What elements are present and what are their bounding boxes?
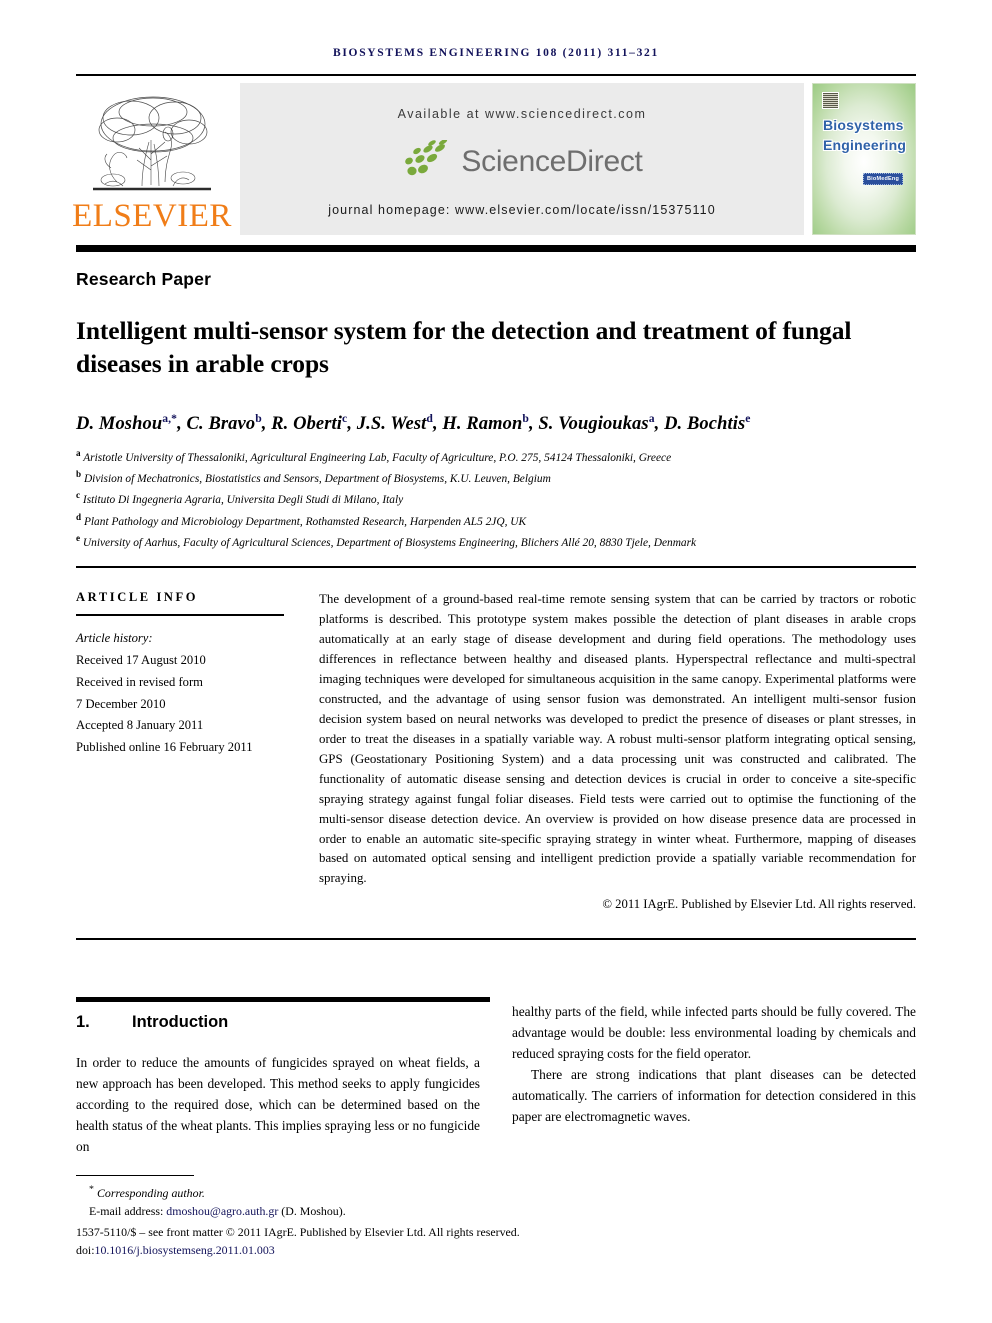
affiliation-marker: b — [76, 469, 82, 480]
affiliation-text: University of Aarhus, Faculty of Agricul… — [82, 536, 697, 549]
history-received: Received 17 August 2010 — [76, 653, 206, 668]
journal-cover-thumbnail: Biosystems Engineering BioMedEng — [812, 83, 916, 235]
sciencedirect-logo: ScienceDirect — [401, 138, 643, 185]
article-type-label: Research Paper — [76, 269, 212, 289]
affiliation-item: a Aristotle University of Thessaloniki, … — [76, 446, 916, 467]
affiliation-text: Istituto Di Ingegneria Agraria, Universi… — [82, 494, 404, 507]
sciencedirect-wordmark: ScienceDirect — [461, 145, 643, 178]
title-block-divider — [76, 566, 916, 569]
body-column-right: healthy parts of the field, while infect… — [512, 1002, 916, 1158]
available-at-text: Available at www.sciencedirect.com — [397, 107, 647, 121]
masthead: ELSEVIER Available at www.sciencedirect.… — [72, 83, 916, 235]
abstract-bottom-divider — [76, 938, 916, 941]
header-divider — [76, 74, 916, 76]
cover-title-line1: Biosystems — [823, 117, 904, 133]
email-owner: (D. Moshou). — [281, 1204, 346, 1219]
article-history-label: Article history: — [76, 631, 153, 646]
affiliation-list: a Aristotle University of Thessaloniki, … — [76, 446, 916, 552]
affiliation-marker: a — [76, 447, 81, 458]
affiliation-item: b Division of Mechatronics, Biostatistic… — [76, 467, 916, 488]
email-label: E-mail address: — [89, 1204, 164, 1219]
doi-label: doi: — [76, 1243, 95, 1258]
front-matter-line: 1537-5110/$ – see front matter © 2011 IA… — [76, 1224, 520, 1239]
author-list: D. Moshoua,*, C. Bravob, R. Obertic, J.S… — [76, 411, 751, 434]
abstract-column: The development of a ground-based real-t… — [319, 590, 916, 912]
history-accepted: Accepted 8 January 2011 — [76, 718, 204, 733]
email-link[interactable]: dmoshou@agro.auth.gr — [166, 1204, 278, 1218]
affiliation-text: Plant Pathology and Microbiology Departm… — [83, 515, 527, 528]
affiliation-marker: d — [76, 511, 82, 522]
journal-cover-title: Biosystems Engineering — [823, 116, 906, 156]
abstract-text: The development of a ground-based real-t… — [319, 592, 916, 886]
affiliation-item: c Istituto Di Ingegneria Agraria, Univer… — [76, 488, 916, 509]
corresponding-text: Corresponding author. — [96, 1185, 205, 1200]
running-head: Biosystems Engineering 108 (2011) 311–32… — [333, 47, 659, 59]
affiliation-text: Division of Mechatronics, Biostatistics … — [83, 473, 551, 485]
page-title: Intelligent multi-sensor system for the … — [76, 316, 852, 379]
cover-title-line2: Engineering — [823, 136, 907, 153]
abstract-copyright: © 2011 IAgrE. Published by Elsevier Ltd.… — [602, 897, 916, 912]
corresponding-marker: * — [89, 1184, 94, 1195]
journal-cover-logo-icon — [822, 92, 839, 109]
body-column-left: 1. Introduction In order to reduce the a… — [76, 1002, 480, 1158]
history-revised-date: 7 December 2010 — [76, 696, 166, 711]
corresponding-author-note: * Corresponding author. — [76, 1182, 496, 1202]
doi-link[interactable]: 10.1016/j.biosystemseng.2011.01.003 — [95, 1243, 275, 1257]
footnote-divider — [76, 1175, 194, 1176]
masthead-divider — [76, 245, 916, 252]
affiliation-text: Aristotle University of Thessaloniki, Ag… — [83, 451, 672, 464]
article-page: Biosystems Engineering 108 (2011) 311–32… — [0, 0, 992, 1323]
history-revised-label: Received in revised form — [76, 674, 203, 689]
article-history-list: Received 17 August 2010 Received in revi… — [76, 650, 285, 759]
article-info-column: ARTICLE INFO Article history: Received 1… — [76, 590, 319, 912]
history-published: Published online 16 February 2011 — [76, 740, 253, 755]
page-footer: * Corresponding author. E-mail address: … — [76, 1175, 520, 1260]
sciencedirect-banner: Available at www.sciencedirect.com Scien… — [240, 83, 804, 235]
abstract-section: ARTICLE INFO Article history: Received 1… — [76, 590, 916, 912]
page-content: Biosystems Engineering 108 (2011) 311–32… — [72, 0, 916, 1158]
section-heading-introduction: 1. Introduction — [76, 1013, 480, 1032]
affiliation-marker: e — [76, 533, 81, 543]
email-note: E-mail address: dmoshou@agro.auth.gr (D.… — [76, 1202, 496, 1220]
elsevier-logo-block: ELSEVIER — [72, 83, 231, 235]
journal-homepage-text: journal homepage: www.elsevier.com/locat… — [328, 203, 716, 217]
intro-paragraph-right-1: healthy parts of the field, while infect… — [512, 1004, 916, 1062]
article-info-heading: ARTICLE INFO — [76, 590, 199, 605]
body-columns: 1. Introduction In order to reduce the a… — [76, 1002, 916, 1158]
journal-cover-badge: BioMedEng — [863, 173, 904, 185]
sciencedirect-leaf-icon — [401, 138, 455, 185]
affiliation-marker: c — [76, 490, 81, 501]
elsevier-tree-logo — [87, 90, 217, 198]
section-title: Introduction — [132, 1013, 229, 1032]
affiliation-item: e University of Aarhus, Faculty of Agric… — [76, 531, 916, 552]
section-number: 1. — [76, 1013, 90, 1032]
doi-line: doi:10.1016/j.biosystemseng.2011.01.003 — [76, 1241, 496, 1259]
elsevier-wordmark: ELSEVIER — [72, 198, 232, 234]
affiliation-item: d Plant Pathology and Microbiology Depar… — [76, 510, 916, 531]
article-info-divider — [76, 614, 284, 617]
intro-paragraph-left: In order to reduce the amounts of fungic… — [76, 1055, 480, 1155]
intro-paragraph-right-2: There are strong indications that plant … — [512, 1067, 916, 1125]
